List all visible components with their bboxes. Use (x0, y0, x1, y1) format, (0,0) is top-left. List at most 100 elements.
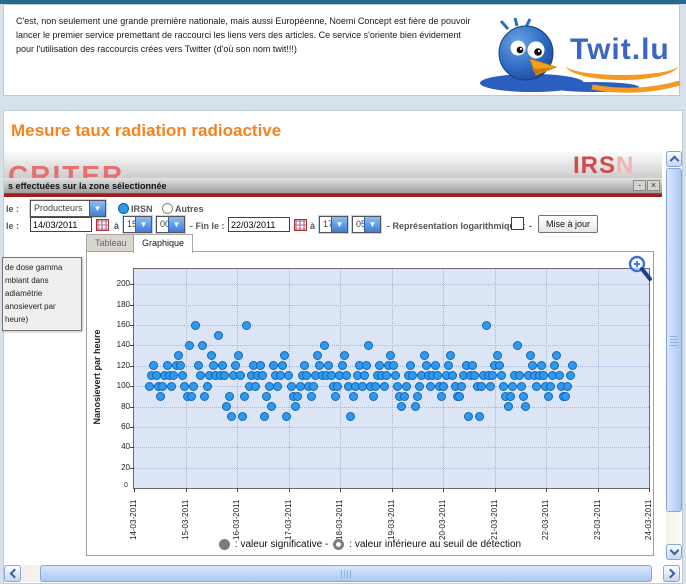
horizontal-scrollbar[interactable] (4, 565, 680, 582)
data-point (265, 382, 274, 391)
scroll-down-button[interactable] (666, 544, 682, 560)
y-tick-label: 80 (107, 402, 130, 411)
data-point (448, 371, 457, 380)
producer-label: le : (6, 204, 19, 214)
x-gridline (598, 269, 599, 488)
data-point (313, 351, 322, 360)
ring-circle-icon (333, 539, 344, 550)
data-point (300, 361, 309, 370)
separator-dash: - (529, 221, 532, 231)
data-point (262, 392, 271, 401)
vertical-scrollbar[interactable] (666, 151, 682, 560)
end-minute-select[interactable]: 05▼ (352, 216, 381, 233)
update-button[interactable]: Mise à jour (538, 215, 598, 233)
data-point (214, 331, 223, 340)
start-date-input[interactable] (30, 217, 92, 232)
data-point (555, 371, 564, 380)
data-point (338, 361, 347, 370)
producer-select[interactable]: Producteurs ▼ (30, 200, 106, 217)
data-point (475, 412, 484, 421)
scroll-right-button[interactable] (663, 565, 680, 582)
data-point (156, 392, 165, 401)
data-point (284, 371, 293, 380)
x-tick-label: 17-03-2011 (284, 492, 294, 540)
scroll-up-button[interactable] (666, 151, 682, 167)
data-point (561, 392, 570, 401)
header-box: C'est, non seulement une grande première… (3, 4, 680, 96)
data-point (526, 351, 535, 360)
x-tick-label: 22-03-2011 (541, 492, 551, 540)
close-button[interactable]: × (647, 180, 660, 191)
chevron-down-icon[interactable]: ▼ (135, 217, 151, 232)
start-minute-select[interactable]: 00▼ (156, 216, 185, 233)
controls-area: le : Producteurs ▼ IRSN Autres le : à 15… (4, 197, 662, 234)
log-representation-label: - Représentation logarithmique : (387, 221, 526, 231)
tab-tableau[interactable]: Tableau (86, 234, 136, 251)
data-point (408, 371, 417, 380)
data-point (189, 382, 198, 391)
minimize-button[interactable]: - (633, 180, 646, 191)
data-point (497, 371, 506, 380)
data-point (568, 361, 577, 370)
site-logo-text[interactable]: Twit.lu (570, 33, 670, 67)
y-tick-label: 20 (107, 463, 130, 472)
scroll-left-button[interactable] (4, 565, 21, 582)
data-point (278, 361, 287, 370)
data-point (180, 382, 189, 391)
y-tick-mark (130, 386, 134, 387)
data-point (528, 361, 537, 370)
data-point (240, 392, 249, 401)
calendar-icon[interactable] (96, 219, 109, 231)
chevron-down-icon (669, 546, 679, 556)
data-point (506, 392, 515, 401)
start-hour-select[interactable]: 15▼ (123, 216, 152, 233)
data-point (437, 392, 446, 401)
data-point (220, 371, 229, 380)
legend-item-seuil: : valeur inférieure au seuil de détectio… (349, 539, 521, 550)
data-point (433, 371, 442, 380)
data-point (439, 382, 448, 391)
data-point (406, 361, 415, 370)
data-point (513, 341, 522, 350)
series-tooltip-box: de dose gamma mbiant dans adiamétrie ano… (2, 257, 82, 331)
radio-irsn[interactable] (118, 203, 129, 214)
data-point (488, 371, 497, 380)
data-point (333, 382, 342, 391)
data-point (546, 382, 555, 391)
data-point (273, 382, 282, 391)
end-hour-select[interactable]: 17▼ (319, 216, 348, 233)
chevron-down-icon[interactable]: ▼ (89, 201, 105, 216)
data-point (282, 412, 291, 421)
calendar-icon[interactable] (294, 219, 307, 231)
y-tick-label: 100 (107, 381, 130, 390)
y-tick-mark (130, 325, 134, 326)
data-point (149, 361, 158, 370)
data-point (327, 371, 336, 380)
log-checkbox[interactable] (511, 217, 524, 230)
y-tick-label: 120 (107, 361, 130, 370)
data-point (521, 402, 530, 411)
chevron-down-icon[interactable]: ▼ (364, 217, 380, 232)
chevron-down-icon[interactable]: ▼ (331, 217, 347, 232)
zoom-magnifier-icon[interactable] (628, 255, 654, 285)
data-point (380, 382, 389, 391)
x-tick-label: 20-03-2011 (438, 492, 448, 540)
tab-graphique[interactable]: Graphique (133, 234, 193, 253)
chevron-right-icon (665, 569, 675, 579)
radio-autres[interactable] (162, 203, 173, 214)
end-date-input[interactable] (228, 217, 290, 232)
data-point (537, 361, 546, 370)
data-point (504, 402, 513, 411)
data-point (413, 392, 422, 401)
data-point (477, 382, 486, 391)
vertical-scrollbar-thumb[interactable] (666, 168, 682, 512)
x-tick-label: 18-03-2011 (335, 492, 345, 540)
data-point (200, 392, 209, 401)
chevron-down-icon[interactable]: ▼ (168, 217, 184, 232)
data-point (369, 392, 378, 401)
data-point (550, 361, 559, 370)
data-point (342, 371, 351, 380)
end-date-label: - Fin le : (190, 221, 225, 231)
horizontal-scrollbar-thumb[interactable] (40, 565, 652, 582)
data-point (420, 351, 429, 360)
